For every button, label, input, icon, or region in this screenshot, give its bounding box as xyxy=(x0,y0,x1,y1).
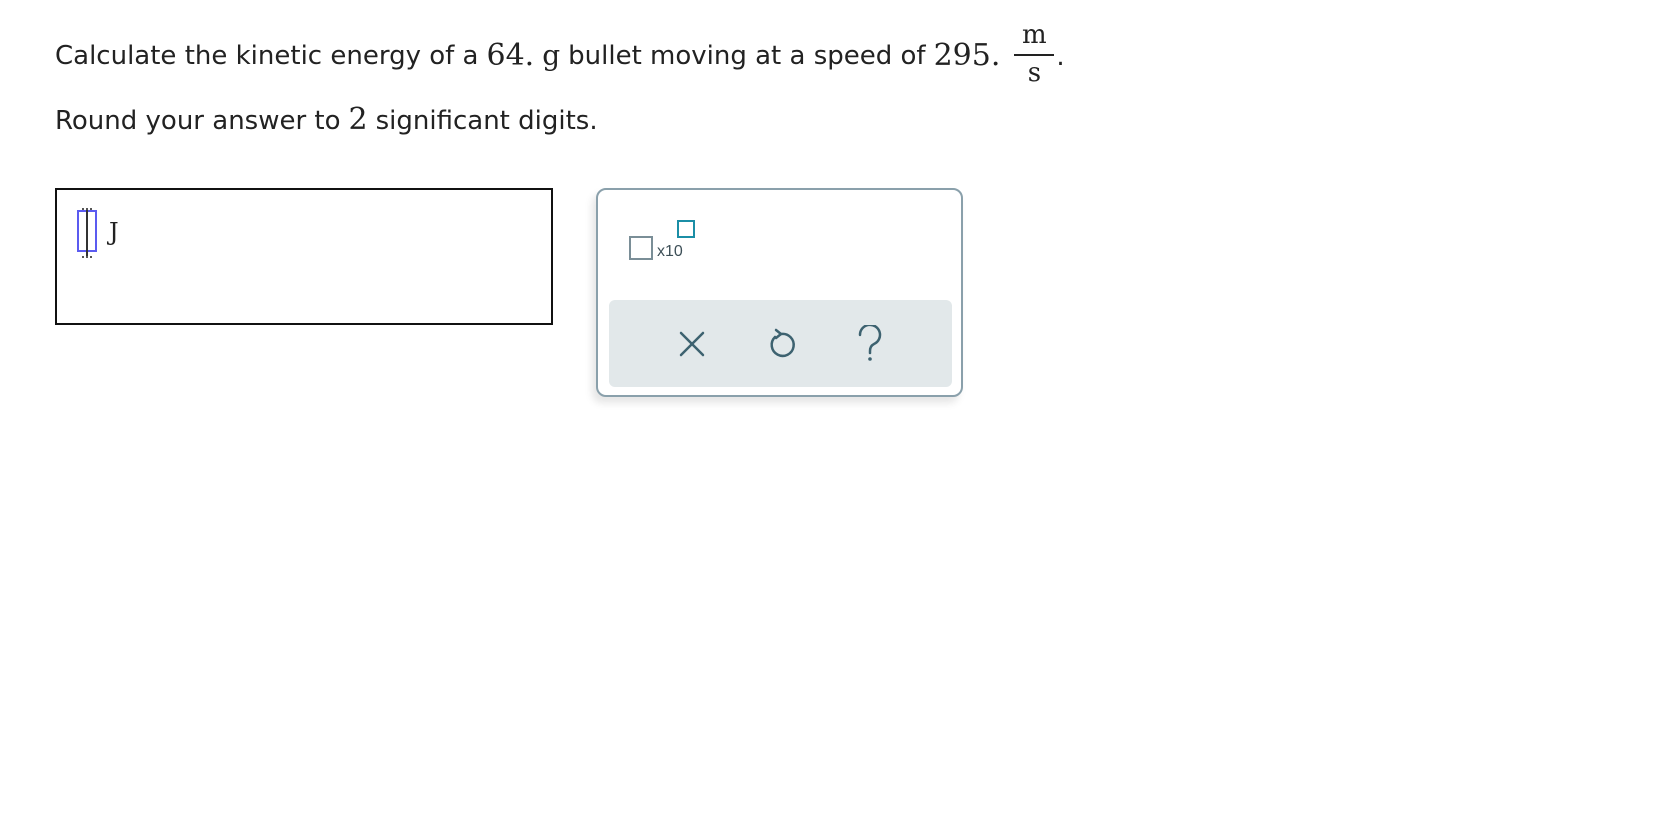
significant-digits-count: 2 xyxy=(348,102,368,137)
speed-unit-denominator: s xyxy=(1027,58,1042,88)
mass-value: 64. xyxy=(486,38,535,73)
math-palette: x10 xyxy=(596,188,963,397)
round-text-part-1: Round your answer to xyxy=(55,106,341,136)
round-text-part-2: significant digits. xyxy=(375,106,598,136)
exponent-box-icon xyxy=(677,220,695,238)
speed-value: 295. xyxy=(933,38,1001,73)
answer-input-box[interactable]: J xyxy=(55,188,553,325)
help-button[interactable] xyxy=(850,324,890,364)
speed-unit-numerator: m xyxy=(1022,20,1047,50)
question-text-part-2: bullet moving at a speed of xyxy=(568,41,926,71)
answer-unit: J xyxy=(109,218,119,246)
answer-input-slot[interactable] xyxy=(77,208,97,258)
mantissa-box-icon xyxy=(629,236,653,260)
times-ten-label: x10 xyxy=(657,243,683,260)
question-line-2: Round your answer to 2 significant digit… xyxy=(55,102,598,137)
help-icon xyxy=(858,324,881,361)
undo-button[interactable] xyxy=(761,324,801,364)
mass-unit: g xyxy=(542,39,561,72)
speed-unit-fraction: m s xyxy=(1014,20,1055,88)
x-icon xyxy=(679,331,704,356)
palette-toolbar xyxy=(609,300,952,387)
clear-button[interactable] xyxy=(672,324,712,364)
scientific-notation-button[interactable]: x10 xyxy=(629,220,699,264)
question-line-1: Calculate the kinetic energy of a 64. g … xyxy=(55,20,1065,88)
undo-icon xyxy=(769,328,795,357)
question-text-part-1: Calculate the kinetic energy of a xyxy=(55,41,479,71)
question-end-period: . xyxy=(1056,42,1065,72)
